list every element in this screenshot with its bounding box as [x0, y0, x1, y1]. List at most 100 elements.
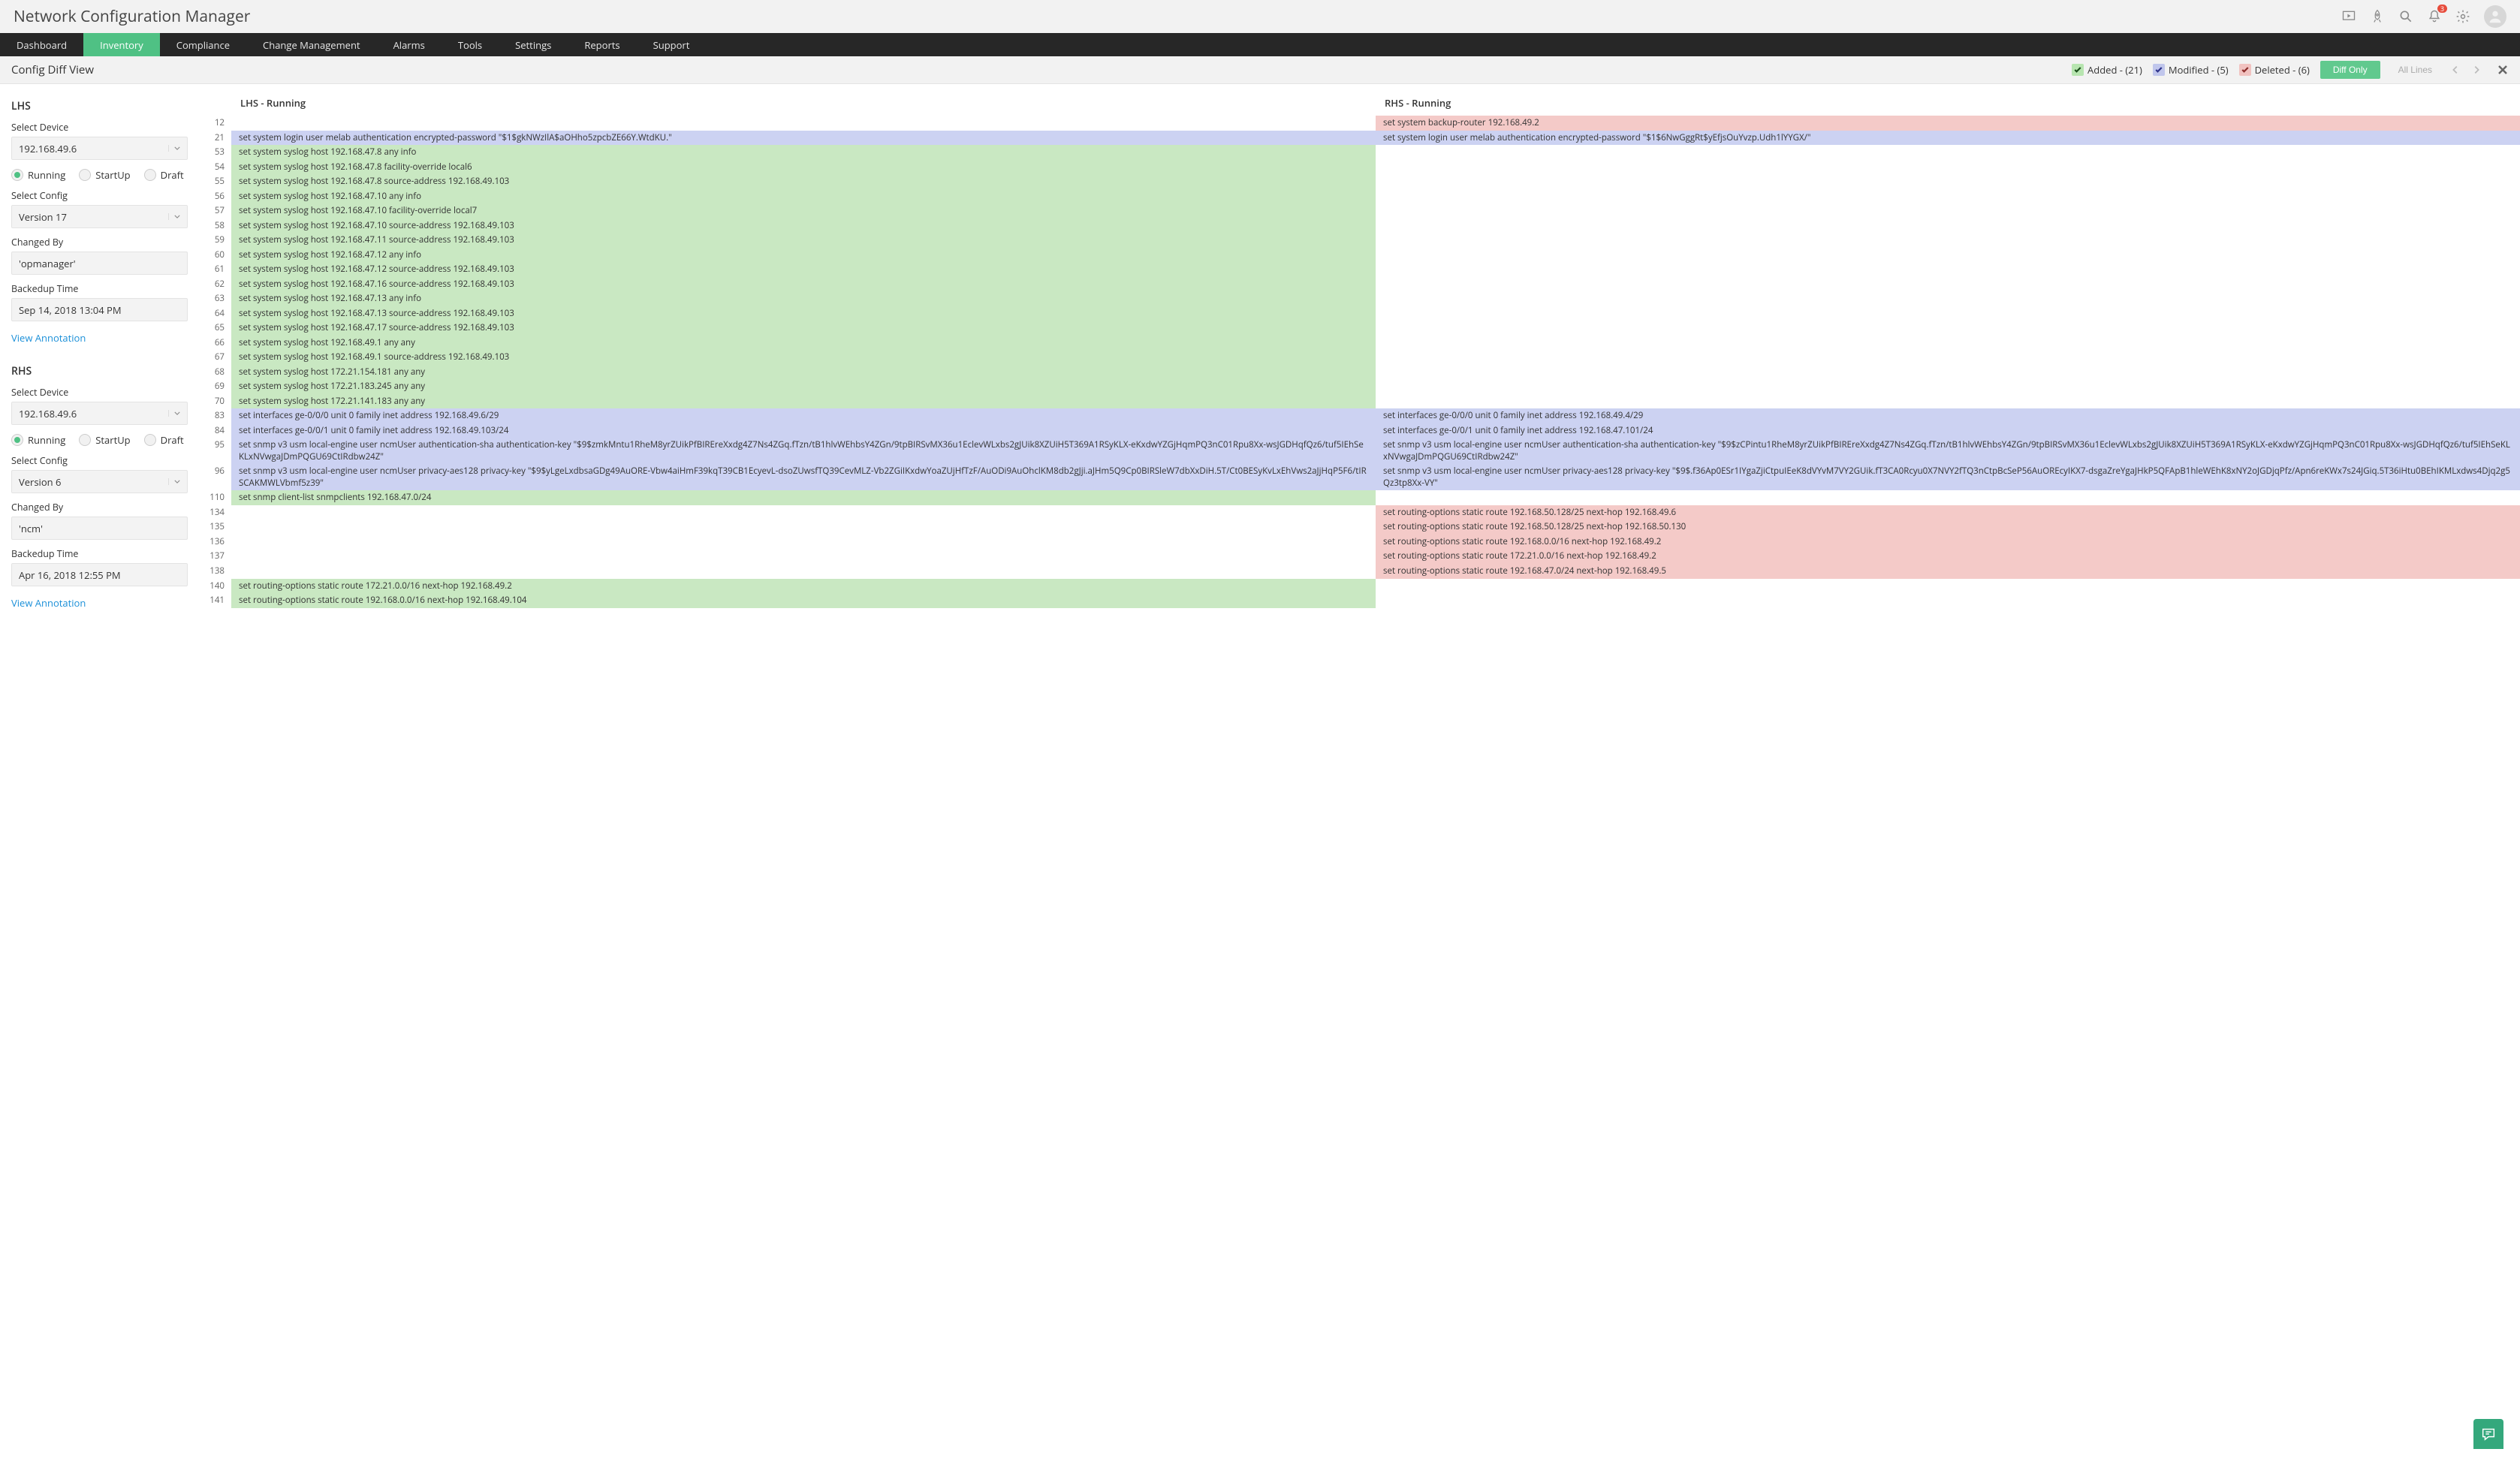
- rhs-view-annotation-link[interactable]: View Annotation: [11, 596, 86, 610]
- lhs-mode-radios: Running StartUp Draft: [11, 168, 190, 182]
- lhs-changedby-label: Changed By: [11, 236, 190, 249]
- diff-row: 134 set routing-options static route 192.…: [201, 505, 2520, 520]
- diff-only-button[interactable]: Diff Only: [2320, 61, 2380, 79]
- diff-row: 95set snmp v3 usm local-engine user ncmU…: [201, 438, 2520, 464]
- close-icon[interactable]: [2497, 64, 2509, 76]
- lhs-radio-draft[interactable]: Draft: [144, 168, 184, 182]
- rhs-cell: [1376, 218, 2520, 233]
- rhs-cell: [1376, 579, 2520, 594]
- rhs-cell: set routing-options static route 192.168…: [1376, 520, 2520, 535]
- filter-modified[interactable]: Modified - (5): [2153, 63, 2229, 77]
- line-number: 21: [201, 131, 231, 146]
- line-number: 136: [201, 535, 231, 550]
- lhs-config-select[interactable]: Version 17: [11, 205, 188, 228]
- page-title: Config Diff View: [11, 62, 94, 77]
- rhs-cell: set system backup-router 192.168.49.2: [1376, 116, 2520, 131]
- rhs-cell: [1376, 248, 2520, 263]
- diff-row: 96set snmp v3 usm local-engine user ncmU…: [201, 464, 2520, 490]
- line-number: 134: [201, 505, 231, 520]
- lhs-cell: set system syslog host 192.168.47.11 sou…: [231, 233, 1376, 248]
- line-number: 64: [201, 306, 231, 321]
- nav-item-compliance[interactable]: Compliance: [160, 33, 246, 56]
- rhs-cell: [1376, 379, 2520, 394]
- rhs-device-select[interactable]: 192.168.49.6: [11, 402, 188, 425]
- nav-item-reports[interactable]: Reports: [568, 33, 636, 56]
- rhs-config-select[interactable]: Version 6: [11, 470, 188, 493]
- lhs-device-select[interactable]: 192.168.49.6: [11, 137, 188, 160]
- lhs-cell: set system syslog host 192.168.49.1 sour…: [231, 350, 1376, 365]
- diff-row: 83set interfaces ge-0/0/0 unit 0 family …: [201, 408, 2520, 423]
- line-number: 63: [201, 291, 231, 306]
- lhs-view-annotation-link[interactable]: View Annotation: [11, 331, 86, 345]
- rhs-cell: [1376, 394, 2520, 409]
- lhs-cell: set system syslog host 192.168.47.13 sou…: [231, 306, 1376, 321]
- rhs-cell: set routing-options static route 192.168…: [1376, 564, 2520, 579]
- lhs-cell: set routing-options static route 172.21.…: [231, 579, 1376, 594]
- diff-row: 53set system syslog host 192.168.47.8 an…: [201, 145, 2520, 160]
- rhs-cell: [1376, 336, 2520, 351]
- rhs-cell: [1376, 189, 2520, 204]
- rhs-radio-running[interactable]: Running: [11, 433, 65, 447]
- nav-item-dashboard[interactable]: Dashboard: [0, 33, 83, 56]
- chat-button[interactable]: [2473, 1419, 2503, 1449]
- rhs-cell: set system login user melab authenticati…: [1376, 131, 2520, 146]
- rhs-config-label: Select Config: [11, 454, 190, 467]
- diff-row: 67set system syslog host 192.168.49.1 so…: [201, 350, 2520, 365]
- diff-row: 66set system syslog host 192.168.49.1 an…: [201, 336, 2520, 351]
- lhs-cell: set snmp client-list snmpclients 192.168…: [231, 490, 1376, 505]
- user-avatar[interactable]: [2484, 5, 2506, 28]
- diff-row: 61set system syslog host 192.168.47.12 s…: [201, 262, 2520, 277]
- lhs-radio-startup[interactable]: StartUp: [79, 168, 130, 182]
- rhs-cell: set routing-options static route 192.168…: [1376, 505, 2520, 520]
- diff-column-headers: LHS - Running RHS - Running: [201, 84, 2520, 116]
- diff-row: 21set system login user melab authentica…: [201, 131, 2520, 146]
- rocket-icon[interactable]: [2370, 9, 2385, 24]
- chevron-down-icon: [168, 213, 180, 220]
- rhs-section-title: RHS: [11, 364, 190, 378]
- rhs-cell: [1376, 262, 2520, 277]
- lhs-cell: [231, 505, 1376, 520]
- nav-item-support[interactable]: Support: [637, 33, 707, 56]
- main-content: LHS Select Device 192.168.49.6 Running S…: [0, 84, 2520, 1458]
- present-icon[interactable]: [2341, 9, 2356, 24]
- lhs-cell: set system syslog host 172.21.141.183 an…: [231, 394, 1376, 409]
- lhs-cell: set interfaces ge-0/0/0 unit 0 family in…: [231, 408, 1376, 423]
- search-icon[interactable]: [2398, 9, 2413, 24]
- sidebar: LHS Select Device 192.168.49.6 Running S…: [0, 84, 201, 1458]
- nav-item-change-management[interactable]: Change Management: [246, 33, 377, 56]
- lhs-cell: set system login user melab authenticati…: [231, 131, 1376, 146]
- diff-row: 63set system syslog host 192.168.47.13 a…: [201, 291, 2520, 306]
- diff-body[interactable]: 12set system backup-router 192.168.49.22…: [201, 116, 2520, 1458]
- next-diff-icon[interactable]: [2471, 65, 2482, 75]
- filter-added[interactable]: Added - (21): [2072, 63, 2142, 77]
- app-title: Network Configuration Manager: [14, 6, 250, 27]
- all-lines-button[interactable]: All Lines: [2391, 61, 2440, 79]
- rhs-radio-startup[interactable]: StartUp: [79, 433, 130, 447]
- rhs-radio-draft[interactable]: Draft: [144, 433, 184, 447]
- filter-deleted[interactable]: Deleted - (6): [2239, 63, 2310, 77]
- diff-row: 70set system syslog host 172.21.141.183 …: [201, 394, 2520, 409]
- nav-item-inventory[interactable]: Inventory: [83, 33, 160, 56]
- rhs-cell: [1376, 365, 2520, 380]
- diff-row: 59set system syslog host 192.168.47.11 s…: [201, 233, 2520, 248]
- lhs-backedup-label: Backedup Time: [11, 282, 190, 295]
- diff-row: 56set system syslog host 192.168.47.10 a…: [201, 189, 2520, 204]
- line-number: 95: [201, 438, 231, 464]
- rhs-cell: set routing-options static route 172.21.…: [1376, 549, 2520, 564]
- line-number: 62: [201, 277, 231, 292]
- prev-diff-icon[interactable]: [2450, 65, 2461, 75]
- bell-icon[interactable]: 3: [2427, 9, 2442, 24]
- rhs-changedby-label: Changed By: [11, 501, 190, 514]
- diff-row: 62set system syslog host 192.168.47.16 s…: [201, 277, 2520, 292]
- line-number: 57: [201, 203, 231, 218]
- nav-item-alarms[interactable]: Alarms: [377, 33, 442, 56]
- rhs-cell: set interfaces ge-0/0/1 unit 0 family in…: [1376, 423, 2520, 438]
- lhs-radio-running[interactable]: Running: [11, 168, 65, 182]
- diff-row: 60set system syslog host 192.168.47.12 a…: [201, 248, 2520, 263]
- rhs-mode-radios: Running StartUp Draft: [11, 433, 190, 447]
- line-number: 55: [201, 174, 231, 189]
- nav-item-tools[interactable]: Tools: [442, 33, 499, 56]
- main-nav: DashboardInventoryComplianceChange Manag…: [0, 33, 2520, 56]
- gear-icon[interactable]: [2455, 9, 2470, 24]
- nav-item-settings[interactable]: Settings: [499, 33, 568, 56]
